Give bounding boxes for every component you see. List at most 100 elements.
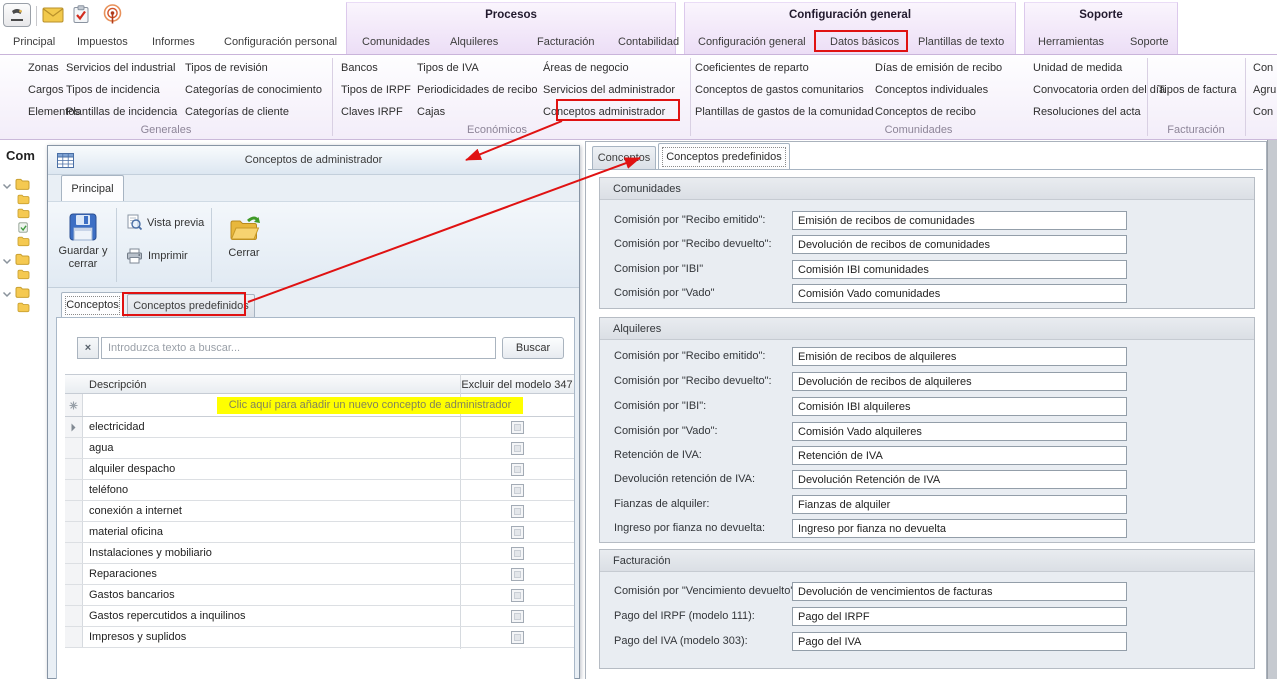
tab-conceptos[interactable]: Conceptos: [61, 292, 124, 317]
field-input[interactable]: [792, 582, 1127, 601]
new-row[interactable]: Clic aquí para añadir un nuevo concepto …: [65, 394, 574, 417]
phone-button[interactable]: [3, 3, 31, 27]
ribbon-item[interactable]: Servicios del industrial: [66, 57, 177, 79]
ribbon-item[interactable]: Unidad de medida: [1033, 57, 1165, 79]
ribbon-item[interactable]: Agru: [1253, 79, 1276, 101]
tree-node[interactable]: [17, 269, 30, 283]
save-and-close-button[interactable]: Guardar y cerrar: [56, 206, 110, 286]
checkbox-excluir-347[interactable]: [511, 526, 524, 539]
table-row[interactable]: Instalaciones y mobiliario: [65, 543, 574, 564]
tree-node[interactable]: [17, 222, 30, 236]
ribbon-item[interactable]: Tipos de IRPF: [341, 79, 411, 101]
close-button[interactable]: Cerrar: [218, 206, 270, 286]
ribbon-item[interactable]: Tipos de factura: [1158, 79, 1236, 101]
table-row[interactable]: electricidad: [65, 417, 574, 438]
field-input[interactable]: [792, 260, 1127, 279]
field-input[interactable]: [792, 446, 1127, 465]
tab-facturacion[interactable]: Facturación: [537, 30, 594, 54]
field-input[interactable]: [792, 397, 1127, 416]
ribbon-item[interactable]: Periodicidades de recibo: [417, 79, 537, 101]
tab-configuracion-personal[interactable]: Configuración personal: [224, 30, 337, 54]
tree-node[interactable]: [2, 178, 30, 194]
ribbon-item[interactable]: Resoluciones del acta: [1033, 101, 1165, 123]
tab-impuestos[interactable]: Impuestos: [77, 30, 128, 54]
field-input[interactable]: [792, 607, 1127, 626]
ribbon-item[interactable]: Áreas de negocio: [543, 57, 675, 79]
field-input[interactable]: [792, 372, 1127, 391]
ribbon-item[interactable]: Categorías de cliente: [185, 101, 322, 123]
table-row[interactable]: Gastos bancarios: [65, 585, 574, 606]
tree-node[interactable]: [2, 253, 30, 269]
ribbon-item[interactable]: Claves IRPF: [341, 101, 411, 123]
scrollbar[interactable]: [1267, 140, 1277, 679]
field-input[interactable]: [792, 347, 1127, 366]
ribbon-item[interactable]: Con: [1253, 101, 1276, 123]
ribbon-item[interactable]: Con: [1253, 57, 1276, 79]
table-row[interactable]: material oficina: [65, 522, 574, 543]
tree-node[interactable]: [17, 194, 30, 208]
ribbon-item[interactable]: Conceptos de gastos comunitarios: [695, 79, 874, 101]
table-row[interactable]: conexión a internet: [65, 501, 574, 522]
ribbon-item[interactable]: Bancos: [341, 57, 411, 79]
preview-button[interactable]: Vista previa: [126, 214, 204, 231]
window-titlebar[interactable]: Conceptos de administrador: [48, 146, 579, 175]
checkbox-excluir-347[interactable]: [511, 484, 524, 497]
tab-principal-dialog[interactable]: Principal: [61, 175, 124, 201]
search-button[interactable]: Buscar: [502, 337, 564, 359]
add-concept-hint[interactable]: Clic aquí para añadir un nuevo concepto …: [217, 397, 523, 414]
table-row[interactable]: alquiler despacho: [65, 459, 574, 480]
tab-conceptos-right[interactable]: Conceptos: [592, 146, 656, 169]
field-input[interactable]: [792, 284, 1127, 303]
tab-alquileres[interactable]: Alquileres: [450, 30, 498, 54]
ribbon-item[interactable]: Plantillas de incidencia: [66, 101, 177, 123]
field-input[interactable]: [792, 632, 1127, 651]
tab-contabilidad[interactable]: Contabilidad: [618, 30, 679, 54]
checkbox-excluir-347[interactable]: [511, 568, 524, 581]
tab-herramientas[interactable]: Herramientas: [1038, 30, 1104, 54]
tab-configuracion-general[interactable]: Configuración general: [698, 30, 806, 54]
ribbon-item[interactable]: Plantillas de gastos de la comunidad: [695, 101, 874, 123]
ribbon-item[interactable]: Tipos de revisión: [185, 57, 322, 79]
ribbon-item-conceptos-administrador[interactable]: Conceptos administrador: [543, 101, 675, 123]
checkbox-excluir-347[interactable]: [511, 589, 524, 602]
mail-button[interactable]: [42, 7, 64, 26]
tree-node[interactable]: [17, 302, 30, 316]
ribbon-item[interactable]: Conceptos de recibo: [875, 101, 1002, 123]
ribbon-item[interactable]: Convocatoria orden del día: [1033, 79, 1165, 101]
checkbox-excluir-347[interactable]: [511, 631, 524, 644]
ribbon-item[interactable]: Cajas: [417, 101, 537, 123]
checkbox-excluir-347[interactable]: [511, 547, 524, 560]
table-row[interactable]: teléfono: [65, 480, 574, 501]
field-input[interactable]: [792, 519, 1127, 538]
field-input[interactable]: [792, 211, 1127, 230]
ribbon-item[interactable]: Conceptos individuales: [875, 79, 1002, 101]
print-button[interactable]: Imprimir: [126, 248, 188, 264]
tree-node[interactable]: [2, 286, 30, 302]
tab-soporte[interactable]: Soporte: [1130, 30, 1169, 54]
ribbon-item[interactable]: Servicios del administrador: [543, 79, 675, 101]
table-row[interactable]: Reparaciones: [65, 564, 574, 585]
checkbox-excluir-347[interactable]: [511, 421, 524, 434]
clear-search-button[interactable]: ×: [77, 337, 99, 359]
tab-comunidades[interactable]: Comunidades: [362, 30, 430, 54]
column-header-descripcion[interactable]: Descripción: [89, 375, 146, 395]
table-row[interactable]: Impresos y suplidos: [65, 627, 574, 648]
tab-informes[interactable]: Informes: [152, 30, 195, 54]
field-input[interactable]: [792, 470, 1127, 489]
checkbox-excluir-347[interactable]: [511, 610, 524, 623]
checkbox-excluir-347[interactable]: [511, 463, 524, 476]
tab-conceptos-predefinidos[interactable]: Conceptos predefinidos: [127, 294, 255, 317]
field-input[interactable]: [792, 495, 1127, 514]
ribbon-item[interactable]: Categorías de conocimiento: [185, 79, 322, 101]
column-header-excluir-347[interactable]: Excluir del modelo 347: [460, 375, 574, 395]
search-input[interactable]: [101, 337, 496, 359]
tree-node[interactable]: [17, 208, 30, 222]
ribbon-item[interactable]: Tipos de incidencia: [66, 79, 177, 101]
tab-datos-basicos[interactable]: Datos básicos: [830, 30, 899, 54]
ribbon-item[interactable]: Tipos de IVA: [417, 57, 537, 79]
field-input[interactable]: [792, 235, 1127, 254]
tasks-button[interactable]: [72, 5, 90, 27]
table-row[interactable]: Gastos repercutidos a inquilinos: [65, 606, 574, 627]
tab-conceptos-predefinidos-right[interactable]: Conceptos predefinidos: [658, 143, 790, 169]
checkbox-excluir-347[interactable]: [511, 505, 524, 518]
